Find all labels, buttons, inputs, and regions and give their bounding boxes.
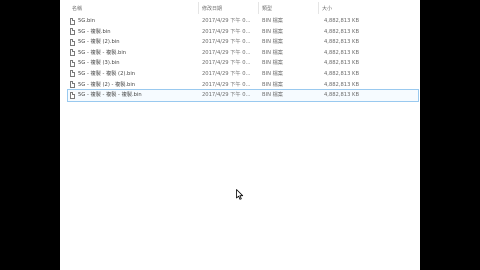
- file-icon: [70, 49, 75, 57]
- file-date: 2017/4/29 下午 0...: [202, 49, 251, 56]
- file-date: 2017/4/29 下午 0...: [202, 70, 251, 77]
- file-type: BIN 檔案: [262, 70, 283, 77]
- file-icon: [70, 38, 75, 46]
- file-icon: [70, 81, 75, 89]
- file-type: BIN 檔案: [262, 60, 283, 67]
- file-size: 4,882,813 KB: [324, 60, 360, 67]
- file-type: BIN 檔案: [262, 28, 283, 35]
- file-name: 5G - 複製 (2) - 複製.bin: [78, 81, 136, 88]
- column-header-bar: 名稱 修改日期 類型 大小: [60, 0, 420, 14]
- file-size: 4,882,813 KB: [324, 92, 360, 99]
- file-name: 5G - 複製 (2).bin: [78, 39, 120, 46]
- mouse-cursor-icon: [236, 189, 244, 200]
- file-icon: [70, 28, 75, 36]
- file-date: 2017/4/29 下午 0...: [202, 60, 251, 67]
- file-row[interactable]: 5G - 複製 (3).bin 2017/4/29 下午 0... BIN 檔案…: [68, 58, 418, 69]
- file-row[interactable]: 5G.bin 2017/4/29 下午 0... BIN 檔案 4,882,81…: [68, 16, 418, 27]
- file-name: 5G - 複製 - 複製 (2).bin: [78, 70, 136, 77]
- file-explorer-window: 名稱 修改日期 類型 大小 5G.bin 2017/4/29 下午 0... B…: [60, 0, 420, 270]
- file-size: 4,882,813 KB: [324, 18, 360, 24]
- file-size: 4,882,813 KB: [324, 70, 360, 77]
- file-row[interactable]: 5G - 複製 - 複製 (2).bin 2017/4/29 下午 0... B…: [68, 69, 418, 80]
- column-header-size[interactable]: 大小: [322, 5, 332, 12]
- file-type: BIN 檔案: [262, 92, 283, 99]
- file-size: 4,882,813 KB: [324, 39, 360, 46]
- column-header-name[interactable]: 名稱: [72, 5, 82, 12]
- file-size: 4,882,813 KB: [324, 28, 360, 35]
- column-divider[interactable]: [318, 2, 319, 14]
- column-divider[interactable]: [198, 2, 199, 14]
- file-size: 4,882,813 KB: [324, 81, 360, 88]
- file-list: 5G.bin 2017/4/29 下午 0... BIN 檔案 4,882,81…: [67, 16, 419, 102]
- file-row[interactable]: 5G - 複製 (2).bin 2017/4/29 下午 0... BIN 檔案…: [68, 37, 418, 48]
- file-icon: [70, 70, 75, 78]
- column-header-type[interactable]: 類型: [262, 5, 272, 12]
- file-date: 2017/4/29 下午 0...: [202, 81, 251, 88]
- file-date: 2017/4/29 下午 0...: [202, 92, 251, 99]
- file-name: 5G.bin: [78, 18, 95, 24]
- file-type: BIN 檔案: [262, 49, 283, 56]
- file-type: BIN 檔案: [262, 81, 283, 88]
- file-type: BIN 檔案: [262, 39, 283, 46]
- file-row[interactable]: 5G - 複製 - 複製.bin 2017/4/29 下午 0... BIN 檔…: [68, 48, 418, 59]
- file-name: 5G - 複製 - 複製.bin: [78, 49, 127, 56]
- file-icon: [70, 59, 75, 67]
- file-row[interactable]: 5G - 複製.bin 2017/4/29 下午 0... BIN 檔案 4,8…: [68, 27, 418, 38]
- file-row-selected[interactable]: 5G - 複製 - 複製 - 複製.bin 2017/4/29 下午 0... …: [67, 89, 419, 102]
- file-size: 4,882,813 KB: [324, 49, 360, 56]
- column-header-date[interactable]: 修改日期: [202, 5, 222, 12]
- file-date: 2017/4/29 下午 0...: [202, 28, 251, 35]
- file-date: 2017/4/29 下午 0...: [202, 39, 251, 46]
- file-icon: [70, 91, 75, 99]
- file-name: 5G - 複製 (3).bin: [78, 60, 120, 67]
- file-icon: [70, 17, 75, 25]
- file-row[interactable]: 5G - 複製 (2) - 複製.bin 2017/4/29 下午 0... B…: [68, 80, 418, 91]
- file-type: BIN 檔案: [262, 18, 283, 24]
- column-divider[interactable]: [258, 2, 259, 14]
- file-name: 5G - 複製 - 複製 - 複製.bin: [78, 92, 142, 99]
- file-name: 5G - 複製.bin: [78, 28, 111, 35]
- file-date: 2017/4/29 下午 0...: [202, 18, 251, 24]
